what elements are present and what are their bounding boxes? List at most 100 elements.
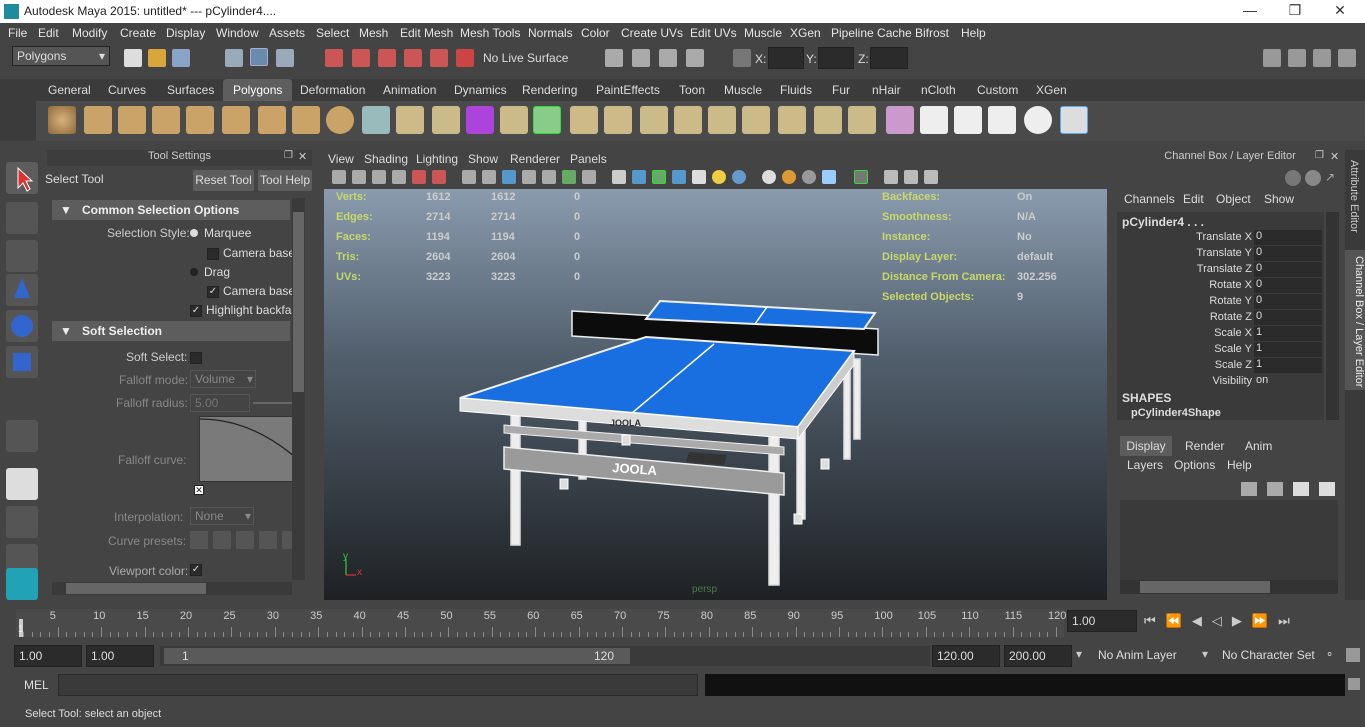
tab-anim[interactable]: Anim <box>1245 439 1272 453</box>
z-input[interactable] <box>870 47 908 69</box>
collapse-icon[interactable] <box>742 106 770 134</box>
channel-row[interactable]: Rotate Z0 <box>1117 310 1324 326</box>
drag-radio[interactable]: Drag <box>190 265 230 279</box>
channel-row[interactable]: Visibility on <box>1117 374 1324 390</box>
modeling-toolkit-icon[interactable] <box>1263 49 1281 67</box>
layer-move-down-icon[interactable] <box>1319 482 1335 496</box>
attribute-editor-tab[interactable]: Attribute Editor <box>1348 160 1360 233</box>
menu-create[interactable]: Create <box>120 26 156 40</box>
menu-display[interactable]: Display <box>166 26 205 40</box>
menu-edit-mesh[interactable]: Edit Mesh <box>400 26 453 40</box>
maya-home-icon[interactable] <box>6 568 38 600</box>
curve-key-icon[interactable]: ✕ <box>194 485 204 495</box>
step-forward-icon[interactable]: ⏩ <box>1252 613 1278 628</box>
move-tool-icon[interactable] <box>6 274 38 306</box>
time-ruler[interactable]: 5 10 15 20 25 30 35 40 45 50 55 60 65 70 75 80 85 90 95 100… <box>16 609 1066 637</box>
wireframe-on-shaded-icon[interactable] <box>652 170 666 184</box>
play-forward-icon[interactable]: ▶ <box>1232 613 1252 628</box>
close-panel-icon[interactable]: ✕ <box>298 150 310 164</box>
checker-sphere-icon[interactable] <box>1024 106 1052 134</box>
falloff-mode-dropdown[interactable]: Volume ▾ <box>190 370 256 388</box>
anim-layer-dropdown[interactable]: No Anim Layer <box>1098 648 1177 662</box>
menu-color[interactable]: Color <box>581 26 610 40</box>
end-time-field[interactable]: 200.00 <box>1004 645 1072 667</box>
save-scene-icon[interactable] <box>172 49 190 67</box>
select-object-icon[interactable] <box>250 48 268 66</box>
snap-grid-icon[interactable] <box>325 49 343 67</box>
channel-row[interactable]: Translate X0 <box>1117 230 1324 246</box>
smooth-shade-icon[interactable] <box>632 170 646 184</box>
extract-icon[interactable] <box>432 106 460 134</box>
shadows-icon[interactable] <box>732 170 746 184</box>
poly-torus-icon[interactable] <box>222 106 250 134</box>
select-tool-icon[interactable] <box>6 162 38 194</box>
tab-custom[interactable]: Custom <box>977 83 1018 97</box>
shape-name[interactable]: pCylinder4Shape <box>1131 407 1221 419</box>
mel-input[interactable] <box>58 674 698 696</box>
vertical-scrollbar[interactable] <box>292 198 305 580</box>
layer-hscrollbar[interactable] <box>1120 580 1338 594</box>
maximize-icon[interactable]: ❐ <box>1285 2 1305 20</box>
highlight-backface-checkbox[interactable]: ✓Highlight backface <box>190 303 292 317</box>
transform-mode-icon[interactable] <box>733 49 751 67</box>
cb-menu-channels[interactable]: Channels <box>1124 192 1175 206</box>
poly-helix-icon[interactable] <box>326 106 354 134</box>
tab-muscle[interactable]: Muscle <box>724 83 762 97</box>
channel-row[interactable]: Scale X1 <box>1117 326 1324 342</box>
channel-value[interactable]: 0 <box>1254 262 1322 277</box>
step-back-icon[interactable]: ◀ <box>1192 613 1212 628</box>
tab-fluids[interactable]: Fluids <box>780 83 812 97</box>
layer-move-up-icon[interactable] <box>1293 482 1309 496</box>
render-settings-icon[interactable] <box>686 49 704 67</box>
menu-window[interactable]: Window <box>216 26 259 40</box>
channel-row[interactable]: Rotate X0 <box>1117 278 1324 294</box>
menu-help[interactable]: Help <box>961 26 986 40</box>
tool-help-button[interactable]: Tool Help <box>258 170 312 191</box>
viewport2-icon[interactable] <box>924 170 938 184</box>
vp-menu-lighting[interactable]: Lighting <box>416 152 458 166</box>
append-icon[interactable] <box>604 106 632 134</box>
poly-cone-icon[interactable] <box>152 106 180 134</box>
menu-pipeline-cache[interactable]: Pipeline Cache <box>831 26 912 40</box>
tab-fur[interactable]: Fur <box>832 83 850 97</box>
camera-based-checkbox-2[interactable]: ✓Camera based <box>207 284 292 298</box>
checker-uv-icon[interactable] <box>920 106 948 134</box>
channel-scrollbar[interactable] <box>1326 212 1339 420</box>
separate-icon[interactable] <box>396 106 424 134</box>
layer-menu-help[interactable]: Help <box>1227 458 1252 472</box>
poly-pipe-icon[interactable] <box>292 106 320 134</box>
menu-mesh[interactable]: Mesh <box>359 26 388 40</box>
channel-value[interactable]: 1 <box>1254 326 1322 341</box>
menu-set-dropdown[interactable]: Polygons ▾ <box>12 46 110 66</box>
planar-mapping-icon[interactable] <box>848 106 876 134</box>
tab-curves[interactable]: Curves <box>108 83 146 97</box>
select-component-icon[interactable] <box>276 49 294 67</box>
shelf-options[interactable] <box>0 101 36 141</box>
animation-prefs-icon[interactable] <box>1346 648 1360 662</box>
preset-4-button[interactable] <box>259 531 277 549</box>
falloff-radius-input[interactable]: 5.00 <box>190 394 250 412</box>
render-current-icon[interactable] <box>632 49 650 67</box>
tab-animation[interactable]: Animation <box>383 83 436 97</box>
step-back-key-icon[interactable]: ⏪ <box>1166 613 1192 628</box>
channel-value[interactable]: 0 <box>1254 294 1322 309</box>
select-hierarchy-icon[interactable] <box>225 49 243 67</box>
tab-painteffects[interactable]: PaintEffects <box>596 83 660 97</box>
new-scene-icon[interactable] <box>124 49 142 67</box>
grease-pencil-icon[interactable] <box>432 170 446 184</box>
reset-tool-button[interactable]: Reset Tool <box>193 170 254 191</box>
cb-menu-edit[interactable]: Edit <box>1183 192 1204 206</box>
motion-blur-icon[interactable] <box>782 170 796 184</box>
vp-menu-shading[interactable]: Shading <box>364 152 408 166</box>
field-chart-icon[interactable] <box>542 170 556 184</box>
menu-modify[interactable]: Modify <box>72 26 107 40</box>
y-input[interactable] <box>818 47 854 69</box>
tab-xgen[interactable]: XGen <box>1036 83 1067 97</box>
lasso-tool-icon[interactable] <box>6 202 38 234</box>
3d-viewport[interactable]: Verts: 1612 1612 0 Edges: 2714 2714 0 Fa… <box>324 189 1107 600</box>
render-view-icon[interactable] <box>605 49 623 67</box>
tab-nhair[interactable]: nHair <box>872 83 901 97</box>
soft-selection-header[interactable]: ▼ Soft Selection <box>52 321 290 341</box>
wireframe-icon[interactable] <box>612 170 626 184</box>
tab-surfaces[interactable]: Surfaces <box>167 83 214 97</box>
